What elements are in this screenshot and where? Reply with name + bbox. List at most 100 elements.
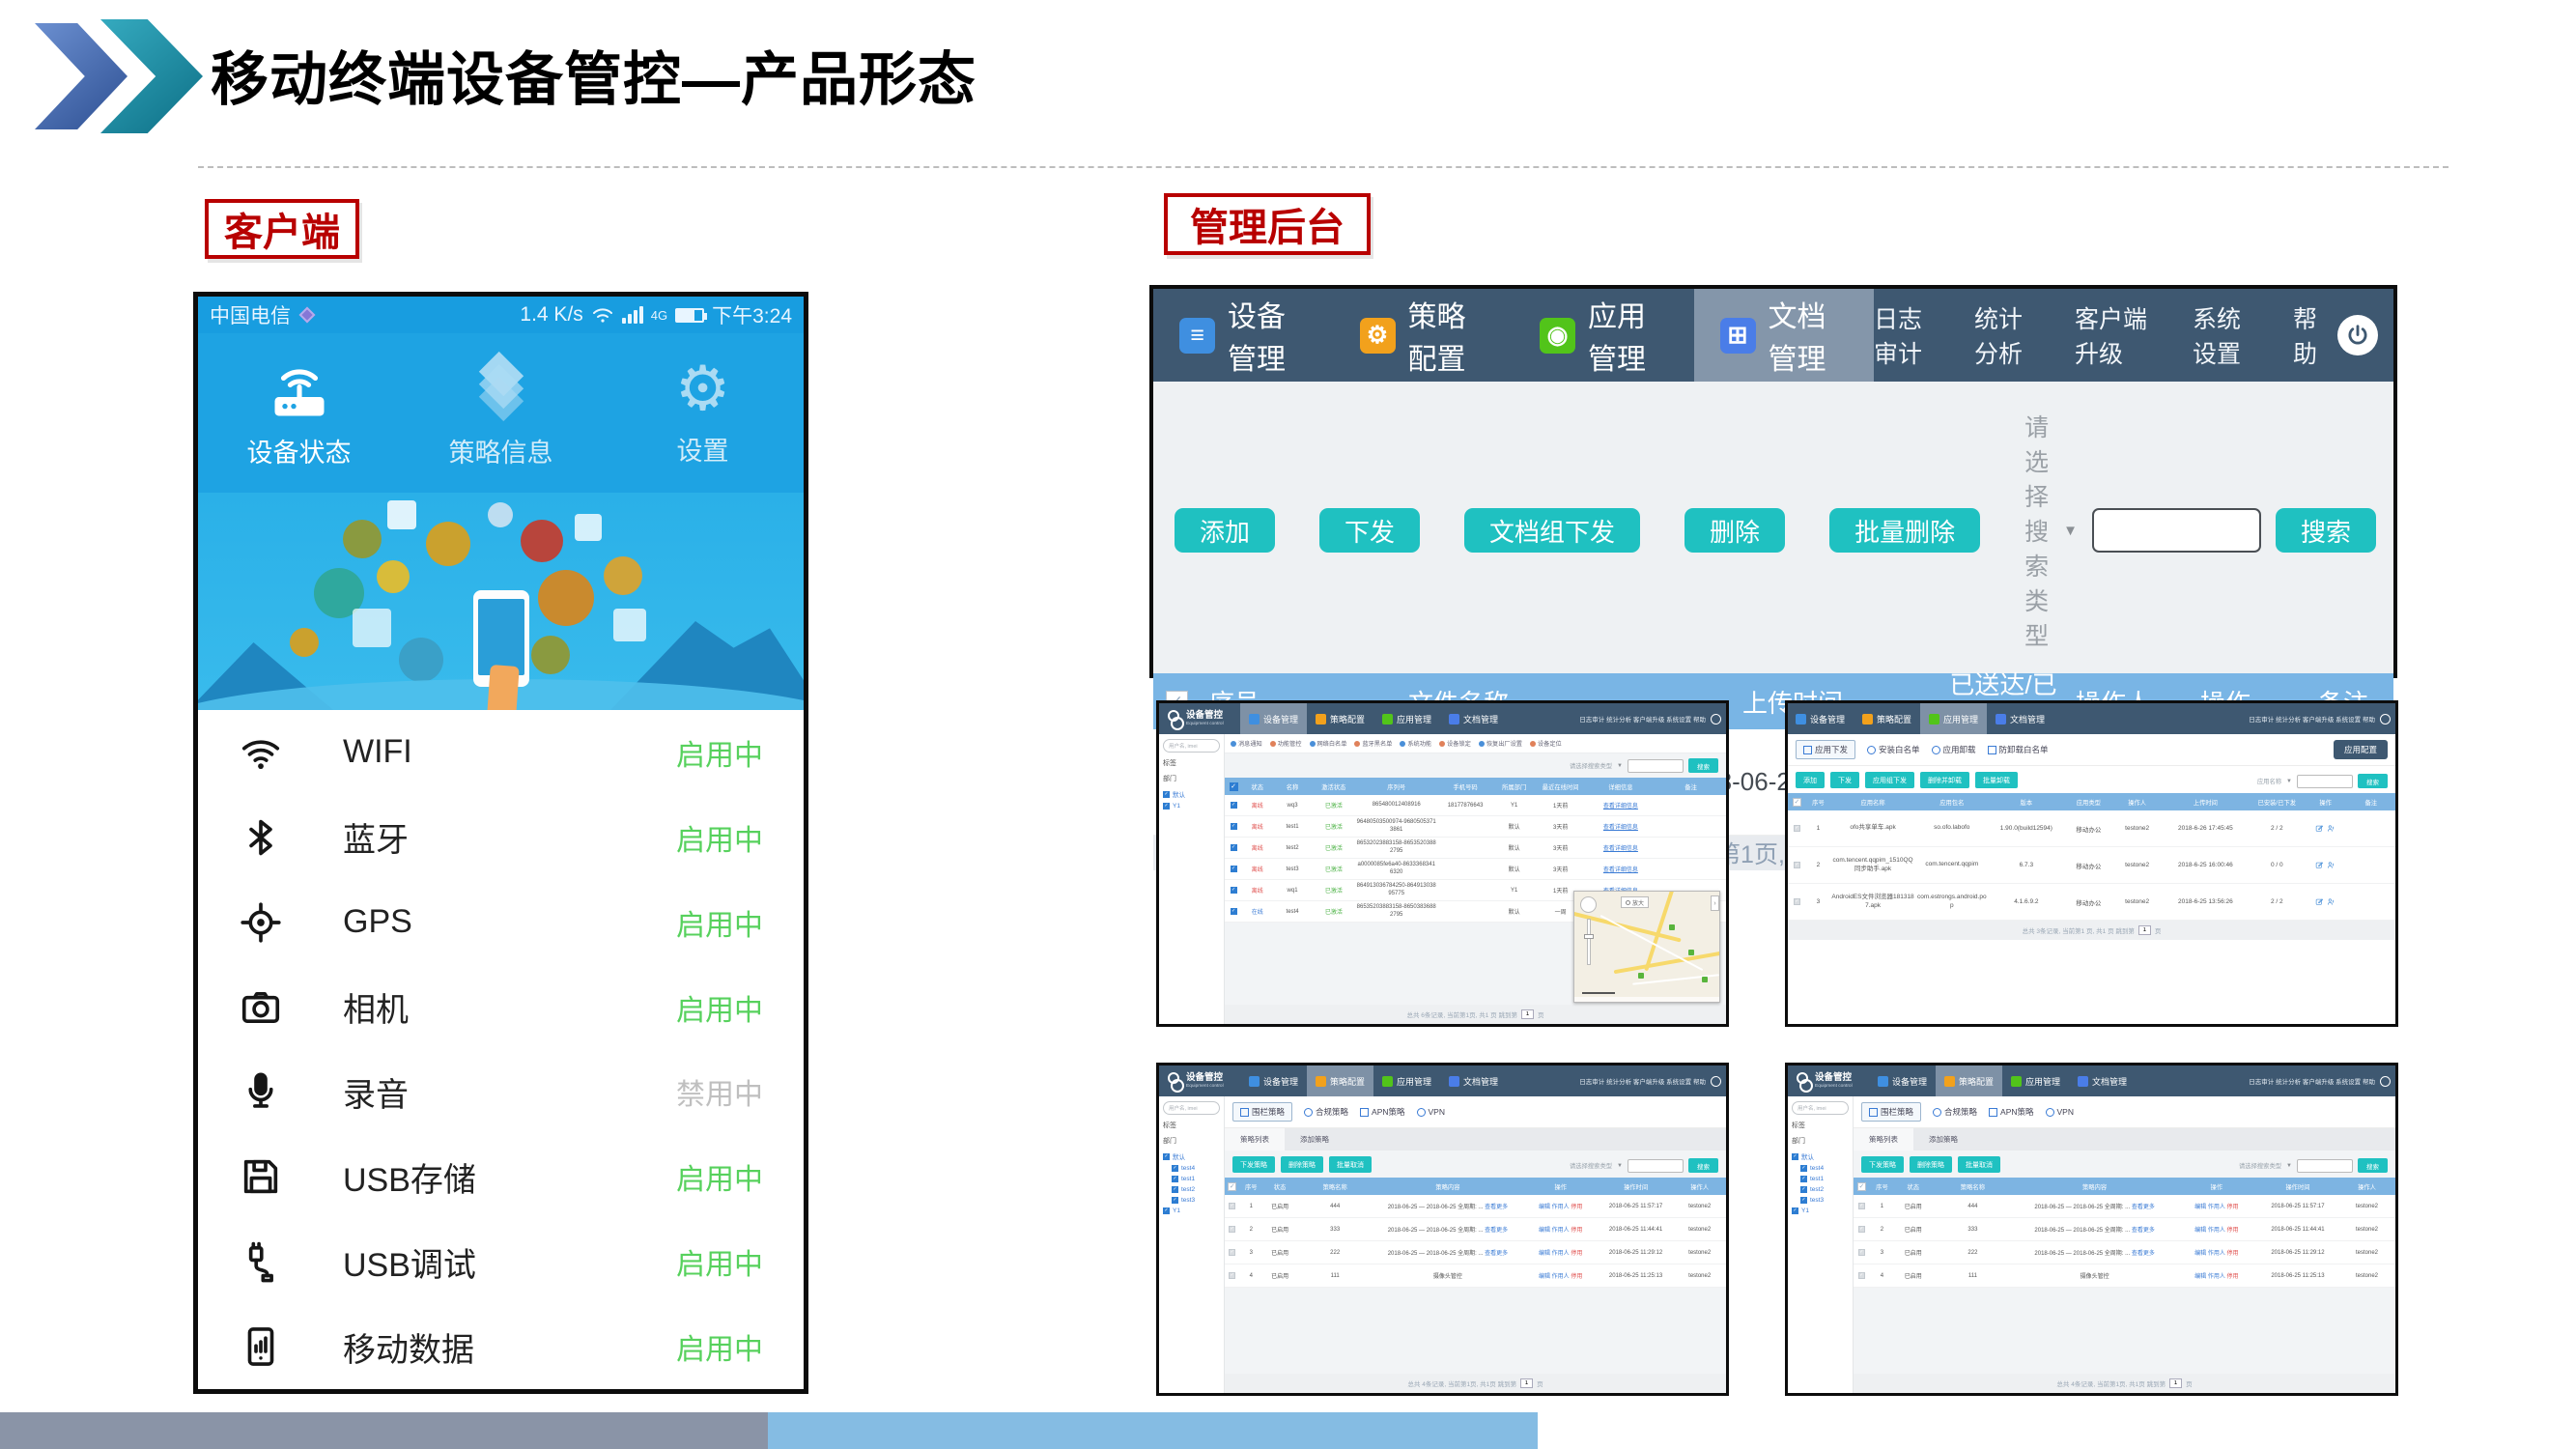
device-tool-button[interactable]: 消息通知 (1231, 739, 1262, 748)
tree-item[interactable]: test4 (1800, 1165, 1849, 1172)
apply-user-link[interactable]: 作用人 (2208, 1228, 2225, 1234)
sidebar-search-input[interactable]: 用户名, imei (1792, 1101, 1849, 1115)
subtab-app-uninstall[interactable]: 应用卸载 (1932, 744, 1976, 755)
toggle-row-gps[interactable]: GPS 启用中 (198, 880, 804, 965)
detail-link[interactable]: 查看详细信息 (1586, 842, 1656, 853)
row-checkbox[interactable] (1858, 1226, 1865, 1233)
select-all-checkbox[interactable] (1230, 782, 1238, 791)
select-all-checkbox[interactable] (1228, 1182, 1236, 1191)
device-tool-button[interactable]: 设备锁定 (1439, 739, 1471, 748)
tab-policy-config[interactable]: ⚙ 策略配置 (1334, 289, 1514, 382)
map-pan-control[interactable] (1580, 896, 1597, 913)
subtab-antiuninstall-whitelist[interactable]: 防卸载白名单 (1988, 744, 2049, 755)
nav-link[interactable]: 帮助 (2293, 300, 2328, 370)
row-checkbox[interactable] (1229, 1249, 1235, 1256)
push-to-user-icon[interactable] (2327, 897, 2335, 906)
logout-power-button[interactable] (2337, 315, 2378, 355)
toggle-row-mobile-data[interactable]: 移动数据 启用中 (198, 1304, 804, 1389)
tree-checkbox[interactable] (1792, 1153, 1798, 1160)
push-to-user-icon[interactable] (2327, 861, 2335, 869)
device-tool-button[interactable]: 系统功能 (1400, 739, 1431, 748)
tree-checkbox[interactable] (1800, 1186, 1807, 1193)
disable-link[interactable]: 停用 (2227, 1251, 2239, 1257)
row-checkbox[interactable] (1794, 862, 1800, 868)
tab-add-policy[interactable]: 添加策略 (1913, 1128, 1973, 1151)
tree-checkbox[interactable] (1163, 1153, 1170, 1160)
disable-link[interactable]: 停用 (1571, 1228, 1582, 1234)
toggle-row-recording[interactable]: 录音 禁用中 (198, 1050, 804, 1135)
tab-policy-config[interactable]: 策略配置 (1307, 1065, 1373, 1096)
tree-checkbox[interactable] (1172, 1165, 1178, 1172)
page-input[interactable] (1521, 1009, 1534, 1019)
subtab-fence-policy[interactable]: 围栏策略 (1232, 1102, 1292, 1122)
view-more-link[interactable]: 查看更多 (1485, 1205, 1508, 1210)
tree-checkbox[interactable] (1172, 1197, 1178, 1204)
tree-item[interactable]: 默认 (1163, 789, 1220, 799)
tree-checkbox[interactable] (1172, 1176, 1178, 1182)
action-button[interactable]: 应用组下发 (1865, 772, 1914, 788)
action-button[interactable]: 添加 (1796, 772, 1825, 788)
detail-link[interactable]: 查看详细信息 (1586, 821, 1656, 832)
tab-policy-config[interactable]: 策略配置 (1854, 703, 1920, 734)
search-button[interactable]: 搜索 (1688, 758, 1718, 773)
tab-settings[interactable]: ⚙ 设置 (602, 333, 804, 493)
tree-checkbox[interactable] (1792, 1208, 1798, 1214)
page-input[interactable] (2169, 1378, 2182, 1388)
tab-app-management[interactable]: 应用管理 (1373, 703, 1440, 734)
search-button[interactable]: 搜索 (2358, 1158, 2388, 1173)
tab-app-management[interactable]: ◉ 应用管理 (1514, 289, 1694, 382)
row-checkbox[interactable] (1231, 887, 1237, 894)
action-button[interactable]: 下发 (1830, 772, 1859, 788)
row-checkbox[interactable] (1231, 844, 1237, 851)
tab-policy-config[interactable]: 策略配置 (1936, 1065, 2002, 1096)
tree-item[interactable]: test2 (1800, 1186, 1849, 1193)
apply-user-link[interactable]: 作用人 (2208, 1274, 2225, 1280)
row-checkbox[interactable] (1858, 1272, 1865, 1279)
row-checkbox[interactable] (1229, 1272, 1235, 1279)
tree-item[interactable]: test2 (1172, 1186, 1220, 1193)
tab-add-policy[interactable]: 添加策略 (1285, 1128, 1345, 1151)
toggle-row-wifi[interactable]: WIFI 启用中 (198, 710, 804, 795)
toggle-row-usb-debug[interactable]: USB调试 启用中 (198, 1219, 804, 1304)
logout-power-button[interactable] (1711, 714, 1721, 724)
edit-link[interactable]: 编辑 (2194, 1228, 2206, 1234)
tree-checkbox[interactable] (1172, 1186, 1178, 1193)
search-button[interactable]: 搜索 (2358, 774, 2388, 788)
tab-device-management[interactable]: 设备管理 (1869, 1065, 1936, 1096)
tab-policy-list[interactable]: 策略列表 (1854, 1128, 1913, 1151)
search-type-select[interactable]: 应用名称 (2257, 777, 2281, 785)
search-type-select[interactable]: 请选择搜索类型 (1570, 1161, 1612, 1170)
tab-doc-management[interactable]: ⊞ 文档管理 (1694, 289, 1875, 382)
subtab-compliance-policy[interactable]: 合规策略 (1304, 1106, 1348, 1118)
edit-link[interactable]: 编辑 (1539, 1251, 1550, 1257)
search-type-select[interactable]: 请选择搜索类型 (2239, 1161, 2281, 1170)
tab-device-management[interactable]: 设备管理 (1240, 1065, 1307, 1096)
mini-nav-links[interactable]: 日志审计 统计分析 客户端升级 系统设置 帮助 (2249, 1065, 2380, 1096)
action-button[interactable]: 批量卸载 (1975, 772, 2018, 788)
search-type-select[interactable]: 请选择搜索类型 (1570, 761, 1612, 770)
tree-item[interactable]: test1 (1172, 1176, 1220, 1182)
select-all-checkbox[interactable] (1857, 1182, 1866, 1191)
tree-item[interactable]: Y1 (1792, 1208, 1849, 1214)
tree-checkbox[interactable] (1800, 1197, 1807, 1204)
subtab-apn-policy[interactable]: APN策略 (1360, 1106, 1404, 1118)
device-tool-button[interactable]: 恢复出厂设置 (1479, 739, 1522, 748)
subtab-compliance-policy[interactable]: 合规策略 (1933, 1106, 1977, 1118)
apply-user-link[interactable]: 作用人 (1552, 1251, 1570, 1257)
toggle-row-usb-storage[interactable]: USB存储 启用中 (198, 1134, 804, 1219)
page-input[interactable] (2138, 925, 2151, 935)
map-zoom-slider[interactable] (1587, 919, 1591, 965)
apply-user-link[interactable]: 作用人 (2208, 1205, 2225, 1210)
tab-device-management[interactable]: 设备管理 (1788, 703, 1854, 734)
map-zoom-knob[interactable] (1584, 934, 1594, 939)
device-tool-button[interactable]: 网络白名单 (1310, 739, 1347, 748)
action-button[interactable]: 添加 (1175, 508, 1275, 553)
subtab-app-push[interactable]: 应用下发 (1796, 740, 1855, 759)
edit-link[interactable]: 编辑 (1539, 1228, 1550, 1234)
map-zoom-button[interactable]: 放大 (1621, 896, 1649, 908)
tree-item[interactable]: 默认 (1163, 1151, 1220, 1161)
app-config-button[interactable]: 应用配置 (2334, 740, 2388, 759)
row-checkbox[interactable] (1794, 898, 1800, 905)
tree-item[interactable]: test3 (1800, 1197, 1849, 1204)
search-input[interactable] (1628, 1159, 1684, 1173)
